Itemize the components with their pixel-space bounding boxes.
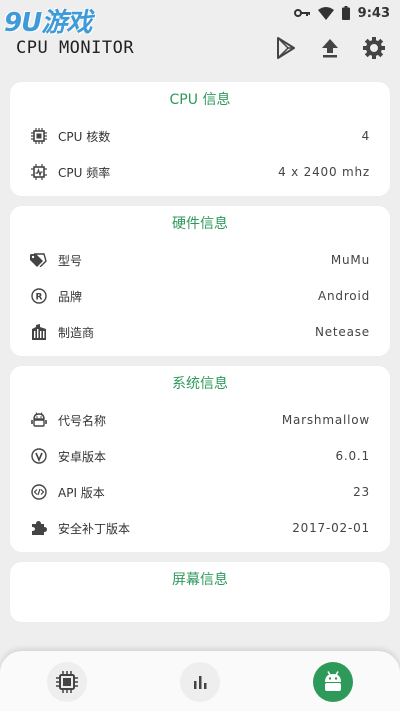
info-row-security-patch: 安全补丁版本 2017-02-01 bbox=[10, 510, 390, 546]
tag-icon bbox=[30, 251, 48, 269]
bar-chart-icon bbox=[191, 673, 209, 691]
cpu-chip-icon bbox=[56, 671, 78, 693]
row-label: CPU 频率 bbox=[58, 165, 111, 180]
card-title: 屏幕信息 bbox=[172, 572, 228, 588]
cpu-info-card: CPU 信息 CPU 核数 4 CPU 频率 4 x 2400 mhz bbox=[10, 82, 390, 196]
android-version-icon bbox=[30, 447, 48, 465]
row-label: 制造商 bbox=[58, 325, 95, 340]
app-bar: CPU MONITOR bbox=[0, 26, 400, 70]
registered-icon: R bbox=[30, 287, 48, 305]
row-label: CPU 核数 bbox=[58, 129, 111, 144]
row-value: 6.0.1 bbox=[335, 449, 370, 463]
screen-info-card: 屏幕信息 bbox=[10, 562, 390, 622]
info-row-android-version: 安卓版本 6.0.1 bbox=[10, 438, 390, 474]
info-row-codename: 代号名称 Marshmallow bbox=[10, 402, 390, 438]
play-store-icon[interactable] bbox=[274, 36, 298, 60]
nav-android-button[interactable] bbox=[313, 662, 353, 702]
info-row-cpu-frequency: CPU 频率 4 x 2400 mhz bbox=[10, 154, 390, 190]
row-label: 代号名称 bbox=[58, 413, 107, 428]
system-info-card: 系统信息 代号名称 Marshmallow 安卓版本 6.0.1 API 版本 … bbox=[10, 366, 390, 552]
row-label: API 版本 bbox=[58, 485, 105, 500]
row-label: 型号 bbox=[58, 253, 83, 268]
building-icon bbox=[30, 323, 48, 341]
info-row-model: 型号 MuMu bbox=[10, 242, 390, 278]
row-value: MuMu bbox=[330, 253, 370, 267]
row-label: 品牌 bbox=[58, 289, 83, 304]
card-title: 系统信息 bbox=[172, 376, 228, 392]
battery-icon bbox=[341, 6, 350, 20]
bottom-navigation bbox=[0, 651, 400, 711]
puzzle-icon bbox=[30, 519, 48, 537]
info-row-manufacturer: 制造商 Netease bbox=[10, 314, 390, 350]
row-label: 安全补丁版本 bbox=[58, 521, 131, 536]
android-icon bbox=[321, 671, 345, 693]
row-value: Marshmallow bbox=[281, 413, 370, 427]
android-icon bbox=[30, 411, 48, 429]
hardware-info-card: 硬件信息 型号 MuMu R 品牌 Android 制造商 Netease bbox=[10, 206, 390, 356]
settings-icon[interactable] bbox=[362, 36, 386, 60]
row-value: Android bbox=[318, 289, 370, 303]
row-value: Netease bbox=[314, 325, 370, 339]
row-value: 4 x 2400 mhz bbox=[278, 165, 370, 179]
wifi-icon bbox=[317, 6, 334, 20]
row-value: 23 bbox=[353, 485, 370, 499]
info-row-cpu-cores: CPU 核数 4 bbox=[10, 118, 390, 154]
upload-icon[interactable] bbox=[318, 36, 342, 60]
nav-cpu-button[interactable] bbox=[47, 662, 87, 702]
row-label: 安卓版本 bbox=[58, 449, 107, 464]
card-title: 硬件信息 bbox=[172, 216, 228, 232]
nav-stats-button[interactable] bbox=[180, 662, 220, 702]
row-value: 4 bbox=[361, 129, 370, 143]
key-icon bbox=[293, 8, 310, 18]
cpu-chip-icon bbox=[30, 127, 48, 145]
row-value: 2017-02-01 bbox=[292, 521, 370, 535]
info-row-brand: R 品牌 Android bbox=[10, 278, 390, 314]
content-area: CPU 信息 CPU 核数 4 CPU 频率 4 x 2400 mhz 硬件信息… bbox=[10, 82, 390, 632]
svg-text:R: R bbox=[36, 293, 43, 303]
card-title: CPU 信息 bbox=[169, 92, 231, 108]
status-time: 9:43 bbox=[357, 5, 390, 21]
code-icon bbox=[30, 483, 48, 501]
app-title: CPU MONITOR bbox=[16, 38, 135, 58]
cpu-frequency-icon bbox=[30, 163, 48, 181]
info-row-api-version: API 版本 23 bbox=[10, 474, 390, 510]
